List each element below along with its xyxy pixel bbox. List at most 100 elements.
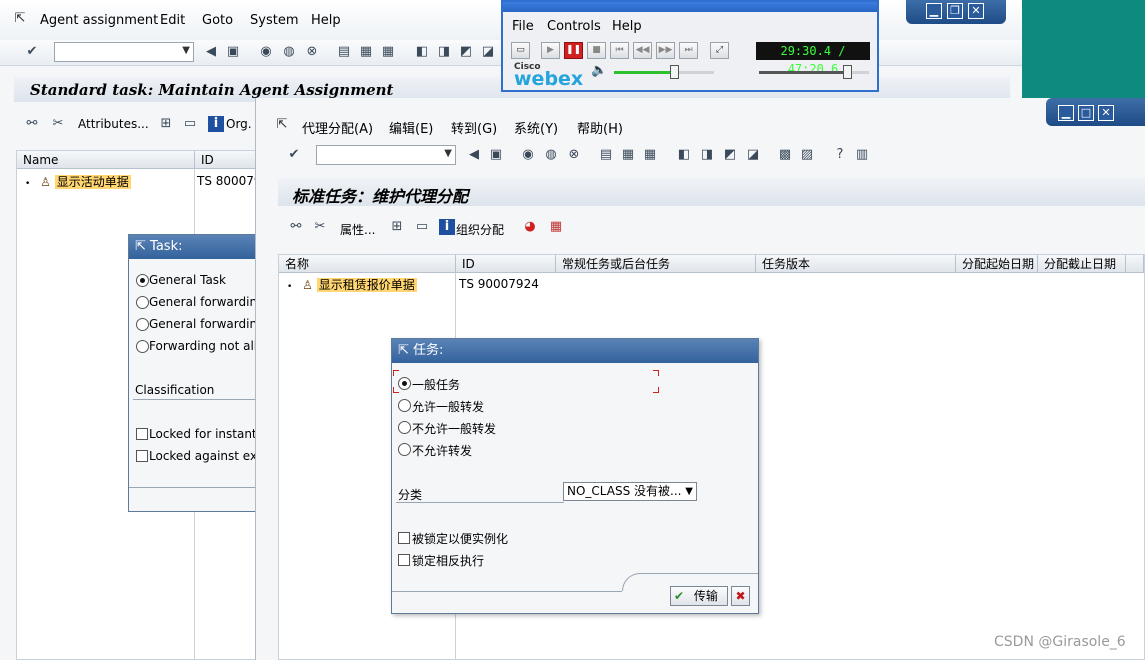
classification-select[interactable]: NO_CLASS 没有被... ▼: [563, 482, 697, 501]
column-header-name[interactable]: 名称: [279, 255, 456, 273]
info-icon[interactable]: i: [208, 116, 224, 132]
webex-menu-controls[interactable]: Controls: [547, 19, 601, 34]
checkbox-locked-instantiation[interactable]: [136, 428, 148, 440]
menu-system[interactable]: System: [250, 13, 298, 28]
org-assignment-button[interactable]: 组织分配: [456, 221, 504, 238]
find-next-icon[interactable]: ▦: [380, 44, 396, 60]
radio-general-task[interactable]: [136, 274, 149, 287]
checkbox-locked-instantiation[interactable]: [398, 532, 410, 544]
flag-icon[interactable]: ◕: [522, 219, 538, 235]
radio-general-forwarding[interactable]: [136, 296, 149, 309]
close-icon[interactable]: ✕: [968, 3, 984, 19]
menu-icon[interactable]: ⇱: [12, 11, 28, 27]
find-next-icon[interactable]: ▦: [642, 147, 658, 163]
menu-edit[interactable]: 编辑(E): [389, 118, 433, 137]
checkbox-locked-execution[interactable]: [398, 554, 410, 566]
rewind-icon[interactable]: ◀◀: [633, 42, 652, 59]
menu-agent-assignment[interactable]: 代理分配(A): [302, 118, 373, 137]
progress-thumb[interactable]: [843, 65, 852, 79]
find-icon[interactable]: ▦: [358, 44, 374, 60]
save-icon[interactable]: ▣: [225, 44, 241, 60]
restore-icon[interactable]: ❐: [947, 3, 963, 19]
delete-icon[interactable]: ▭: [414, 219, 430, 235]
menu-edit[interactable]: Edit: [160, 13, 185, 28]
back-arrow-icon[interactable]: ◀: [466, 147, 482, 163]
cancel-icon[interactable]: ⊗: [566, 147, 582, 163]
column-header-id[interactable]: ID: [456, 255, 556, 273]
column-header-task-version[interactable]: 任务版本: [756, 255, 956, 273]
minimize-icon[interactable]: ▁: [926, 3, 942, 19]
delete-icon[interactable]: ▭: [182, 116, 198, 132]
next-page-icon[interactable]: ◩: [458, 44, 474, 60]
exit-icon[interactable]: ◍: [543, 147, 559, 163]
cancel-button[interactable]: ✖: [731, 586, 750, 606]
info-icon[interactable]: i: [439, 219, 455, 235]
org-structure-icon[interactable]: ⚯: [24, 116, 40, 132]
radio-disallow-general-forwarding[interactable]: [398, 421, 411, 434]
play-icon[interactable]: ▶: [541, 42, 560, 59]
prev-page-icon[interactable]: ◨: [699, 147, 715, 163]
attributes-button[interactable]: Attributes...: [78, 117, 149, 131]
org-structure-icon[interactable]: ⚯: [288, 219, 304, 235]
last-page-icon[interactable]: ◪: [745, 147, 761, 163]
first-page-icon[interactable]: ◧: [414, 44, 430, 60]
exit-icon[interactable]: ◍: [281, 44, 297, 60]
webex-menu-file[interactable]: File: [512, 19, 534, 34]
menu-icon[interactable]: ⇱: [274, 117, 290, 133]
enter-icon[interactable]: ✔: [286, 147, 302, 163]
stop-icon[interactable]: ■: [587, 42, 606, 59]
create-icon[interactable]: ⊞: [158, 116, 174, 132]
enter-icon[interactable]: ✔: [24, 44, 40, 60]
next-page-icon[interactable]: ◩: [722, 147, 738, 163]
menu-help[interactable]: Help: [311, 13, 341, 28]
volume-icon[interactable]: 🔈: [591, 63, 607, 78]
command-field[interactable]: ▼: [316, 145, 456, 165]
attributes-button[interactable]: 属性...: [340, 221, 375, 238]
print-icon[interactable]: ▤: [598, 147, 614, 163]
skip-end-icon[interactable]: ⏭: [679, 42, 698, 59]
radio-general-forwarding-not[interactable]: [136, 318, 149, 331]
tools-icon[interactable]: ✂: [50, 116, 66, 132]
open-file-icon[interactable]: ▭: [511, 42, 530, 59]
command-field[interactable]: ▼: [54, 42, 194, 62]
shortcut-icon[interactable]: ▨: [799, 147, 815, 163]
table-row[interactable]: • ♙ 显示活动单据: [25, 173, 131, 190]
fullscreen-icon[interactable]: ⤢: [710, 42, 729, 59]
skip-start-icon[interactable]: ⏮: [610, 42, 629, 59]
radio-forwarding-not-allowed[interactable]: [136, 340, 149, 353]
menu-goto[interactable]: 转到(G): [451, 118, 497, 137]
save-icon[interactable]: ▣: [488, 147, 504, 163]
back-icon[interactable]: ◉: [520, 147, 536, 163]
org-assignment-button[interactable]: Org.: [226, 117, 252, 131]
tools-icon[interactable]: ✂: [312, 219, 328, 235]
table-settings-icon[interactable]: ▦: [548, 219, 564, 235]
radio-disallow-forwarding[interactable]: [398, 443, 411, 456]
pause-icon[interactable]: ❚❚: [564, 42, 583, 59]
first-page-icon[interactable]: ◧: [676, 147, 692, 163]
menu-goto[interactable]: Goto: [202, 13, 233, 28]
webex-menu-help[interactable]: Help: [612, 19, 642, 34]
table-row[interactable]: • ♙ 显示租赁报价单据: [287, 276, 417, 293]
fast-forward-icon[interactable]: ▶▶: [656, 42, 675, 59]
help-icon[interactable]: ?: [832, 147, 848, 163]
menu-agent-assignment[interactable]: Agent assignment: [40, 13, 158, 28]
radio-general-task[interactable]: [398, 377, 411, 390]
checkbox-locked-execution[interactable]: [136, 450, 148, 462]
column-header-end-date[interactable]: 分配截止日期: [1038, 255, 1126, 273]
layout-icon[interactable]: ▥: [854, 147, 870, 163]
transfer-button[interactable]: ✔ 传输: [670, 586, 728, 606]
prev-page-icon[interactable]: ◨: [436, 44, 452, 60]
create-icon[interactable]: ⊞: [389, 219, 405, 235]
column-header-name[interactable]: Name: [17, 151, 195, 169]
back-icon[interactable]: ◉: [258, 44, 274, 60]
cancel-icon[interactable]: ⊗: [304, 44, 320, 60]
new-session-icon[interactable]: ▩: [777, 147, 793, 163]
column-header-start-date[interactable]: 分配起始日期: [956, 255, 1038, 273]
menu-help[interactable]: 帮助(H): [577, 118, 623, 137]
last-page-icon[interactable]: ◪: [480, 44, 496, 60]
back-arrow-icon[interactable]: ◀: [203, 44, 219, 60]
radio-allow-forwarding[interactable]: [398, 399, 411, 412]
column-header-task-type[interactable]: 常规任务或后台任务: [556, 255, 756, 273]
volume-thumb[interactable]: [670, 65, 679, 79]
menu-system[interactable]: 系统(Y): [514, 118, 558, 137]
